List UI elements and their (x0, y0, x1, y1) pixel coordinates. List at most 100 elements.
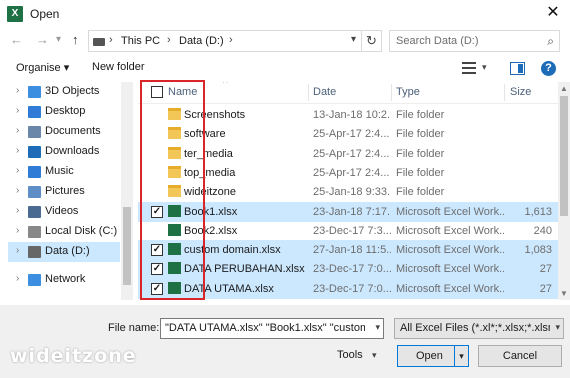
sidebar-item-network[interactable]: › Network (8, 270, 120, 290)
up-arrow-icon[interactable]: ↑ (72, 32, 79, 47)
pictures-icon (28, 186, 41, 198)
organise-button[interactable]: Organise ▾ (16, 61, 69, 74)
file-date: 27-Jan-18 11:5... (313, 244, 391, 257)
column-divider[interactable] (391, 84, 392, 101)
chevron-right-icon[interactable]: › (167, 34, 171, 46)
sidebar-item-data-drive[interactable]: › Data (D:) (8, 242, 120, 262)
sidebar-item-label: Downloads (45, 145, 100, 157)
3d-objects-icon (28, 86, 41, 98)
tools-button[interactable]: Tools (337, 349, 363, 361)
file-size: 27 (539, 263, 552, 276)
search-placeholder: Search Data (D:) (396, 35, 479, 47)
navigation-scrollbar[interactable] (121, 82, 133, 300)
column-divider[interactable] (308, 84, 309, 101)
chevron-right-icon[interactable]: › (16, 245, 19, 256)
column-header-size[interactable]: Size (510, 86, 531, 98)
sidebar-item-pictures[interactable]: › Pictures (8, 182, 120, 202)
column-divider[interactable] (504, 84, 505, 101)
address-bar[interactable]: › This PC › Data (D:) › ▾ (88, 30, 362, 52)
breadcrumb-this-pc[interactable]: This PC (121, 35, 160, 47)
file-type: File folder (396, 147, 445, 160)
chevron-down-icon[interactable]: ▾ (372, 350, 377, 361)
file-date: 23-Dec-17 7:0... (313, 282, 391, 295)
file-type: Microsoft Excel Work... (396, 224, 504, 237)
chevron-right-icon[interactable]: › (16, 185, 19, 196)
chevron-right-icon[interactable]: › (16, 225, 19, 236)
chevron-right-icon[interactable]: › (16, 205, 19, 216)
open-split-dropdown[interactable]: ▾ (454, 346, 468, 366)
file-date: 13-Jan-18 10:2... (313, 109, 391, 121)
excel-icon: X (7, 6, 23, 22)
chevron-right-icon[interactable]: › (16, 125, 19, 136)
navigation-bar: ← → ▾ ↑ › This PC › Data (D:) › ▾ ↻ Sear… (0, 28, 570, 54)
sidebar-item-downloads[interactable]: › Downloads (8, 142, 120, 162)
chevron-right-icon[interactable]: › (16, 145, 19, 156)
chevron-down-icon[interactable]: ▾ (482, 62, 487, 73)
sidebar-item-documents[interactable]: › Documents (8, 122, 120, 142)
command-toolbar: Organise ▾ New folder ▾ ? (0, 56, 570, 82)
file-type: File folder (396, 128, 445, 141)
scrollbar-thumb[interactable] (123, 207, 131, 285)
filename-value[interactable]: "DATA UTAMA.xlsx" "Book1.xlsx" "custom d… (165, 322, 365, 334)
file-type: Microsoft Excel Work... (396, 244, 504, 257)
search-icon[interactable]: ⌕ (547, 34, 554, 49)
sidebar-item-label: Pictures (45, 185, 85, 197)
chevron-down-icon[interactable]: ▾ (375, 322, 380, 333)
scroll-up-arrow-icon[interactable]: ▲ (560, 84, 568, 93)
open-button[interactable]: Open ▾ (397, 345, 469, 367)
file-date: 25-Apr-17 2:4... (313, 166, 390, 179)
search-input[interactable]: Search Data (D:) ⌕ (389, 30, 560, 52)
desktop-icon (28, 106, 41, 118)
scrollbar-thumb[interactable] (560, 96, 568, 216)
chevron-right-icon[interactable]: › (109, 34, 113, 46)
scroll-down-arrow-icon[interactable]: ▼ (560, 289, 568, 298)
file-date: 23-Dec-17 7:3... (313, 224, 391, 237)
new-folder-button[interactable]: New folder (92, 61, 145, 73)
file-type: Microsoft Excel Work... (396, 282, 504, 295)
file-list-scrollbar[interactable]: ▲ ▼ (558, 82, 570, 300)
window-title: Open (30, 7, 60, 21)
close-button[interactable]: ✕ (542, 3, 564, 23)
dialog-footer: File name: "DATA UTAMA.xlsx" "Book1.xlsx… (0, 305, 570, 378)
forward-arrow-icon[interactable]: → (36, 32, 49, 47)
sidebar-item-label: Data (D:) (45, 245, 90, 257)
highlight-box (140, 80, 205, 300)
data-drive-icon (28, 246, 41, 258)
chevron-right-icon[interactable]: › (16, 105, 19, 116)
sidebar-item-music[interactable]: › Music (8, 162, 120, 182)
downloads-icon (28, 146, 41, 158)
sidebar-item-label: Local Disk (C:) (45, 225, 118, 237)
preview-pane-icon[interactable] (510, 62, 525, 75)
file-size: 1,083 (524, 244, 552, 257)
sidebar-item-3d-objects[interactable]: › 3D Objects (8, 82, 120, 102)
sidebar-item-label: 3D Objects (45, 85, 100, 97)
breadcrumb-data-drive[interactable]: Data (D:) (179, 35, 224, 47)
chevron-right-icon[interactable]: › (16, 165, 19, 176)
file-type-select[interactable]: All Excel Files (*.xl*;*.xlsx;*.xlsm; ▾ (394, 318, 564, 339)
sidebar-item-desktop[interactable]: › Desktop (8, 102, 120, 122)
cancel-button[interactable]: Cancel (478, 345, 562, 367)
help-icon[interactable]: ? (541, 61, 556, 76)
chevron-down-icon[interactable]: ▾ (351, 34, 356, 45)
chevron-right-icon[interactable]: › (229, 34, 233, 46)
recent-dropdown-icon[interactable]: ▾ (56, 34, 61, 45)
back-arrow-icon[interactable]: ← (10, 32, 23, 47)
sidebar-item-local-disk[interactable]: › Local Disk (C:) (8, 222, 120, 242)
chevron-down-icon[interactable]: ▾ (555, 322, 560, 333)
file-date: 25-Apr-17 2:4... (313, 128, 390, 141)
column-header-type[interactable]: Type (396, 86, 420, 98)
chevron-right-icon[interactable]: › (16, 85, 19, 96)
refresh-button[interactable]: ↻ (362, 30, 382, 52)
filename-label: File name: (108, 322, 160, 334)
file-size: 27 (539, 282, 552, 295)
file-name: Book2.xlsx (184, 224, 238, 237)
filename-input[interactable]: "DATA UTAMA.xlsx" "Book1.xlsx" "custom d… (160, 318, 384, 339)
file-name: software (184, 128, 226, 141)
file-name: DATA PERUBAHAN.xlsx (184, 263, 305, 276)
column-header-date[interactable]: Date (313, 86, 336, 98)
chevron-right-icon[interactable]: › (16, 273, 19, 284)
file-name: custom domain.xlsx (184, 244, 281, 257)
network-icon (28, 274, 41, 286)
sidebar-item-videos[interactable]: › Videos (8, 202, 120, 222)
change-view-icon[interactable] (462, 62, 476, 74)
